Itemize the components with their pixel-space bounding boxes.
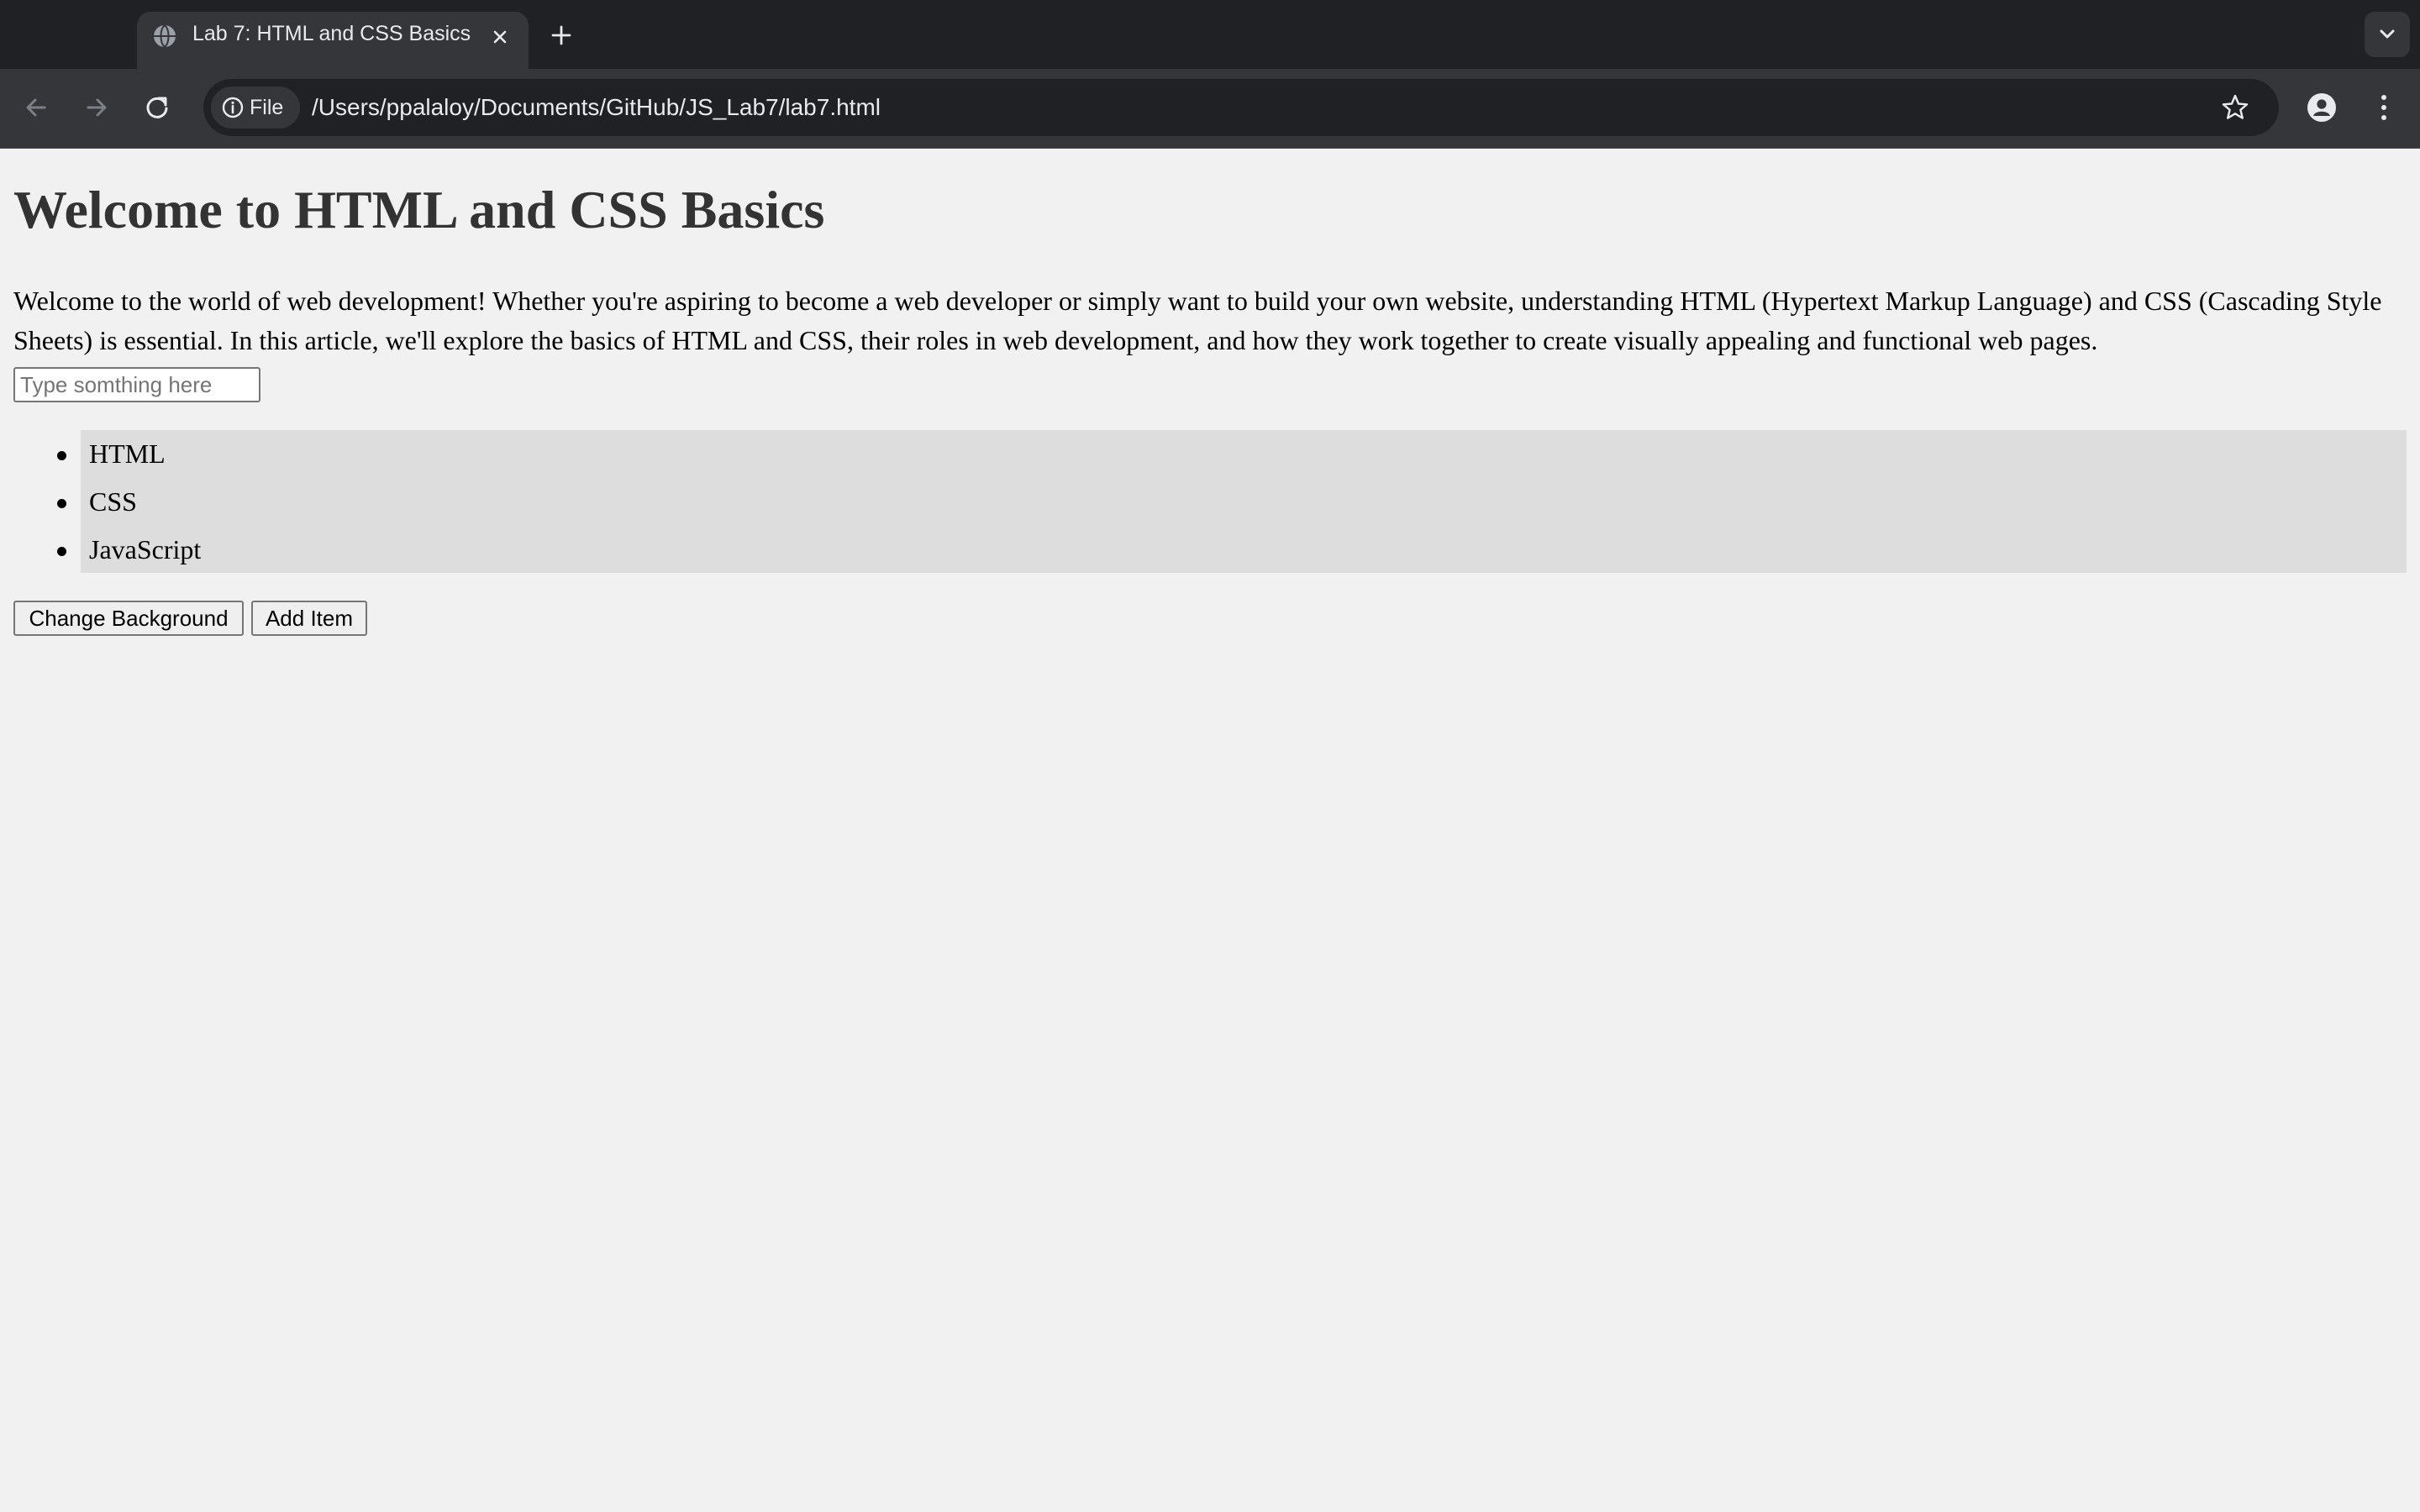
list-item-label: CSS [89,486,137,517]
page-title: Welcome to HTML and CSS Basics [13,180,825,239]
list-item: JavaScript [57,526,2407,574]
list-item-label: JavaScript [89,534,202,564]
bullet-icon [57,547,66,556]
tab-strip: Lab 7: HTML and CSS Basics [0,0,2420,69]
close-icon[interactable] [487,24,513,50]
address-bar[interactable]: File /Users/ppalaloy/Documents/GitHub/JS… [203,79,2279,136]
arrow-right-icon[interactable] [77,88,116,127]
site-info-chip[interactable]: File [211,87,300,129]
globe-icon [154,24,176,48]
list-item-label: HTML [89,438,166,469]
browser-tab[interactable]: Lab 7: HTML and CSS Basics [137,12,529,69]
bullet-icon [57,451,66,460]
add-item-button[interactable]: Add Item [251,601,367,636]
tech-list: HTML CSS JavaScript [57,430,2407,574]
page-content: Welcome to HTML and CSS Basics Welcome t… [0,149,2420,1512]
browser-toolbar: File /Users/ppalaloy/Documents/GitHub/JS… [0,69,2420,149]
profile-icon[interactable] [2302,88,2341,127]
plus-icon[interactable] [544,18,578,52]
list-item: CSS [57,478,2407,526]
reload-icon[interactable] [138,88,176,127]
text-input[interactable] [13,367,260,402]
arrow-left-icon[interactable] [17,88,55,127]
bullet-icon [57,499,66,508]
star-icon[interactable] [2220,92,2250,123]
tab-search-button[interactable] [2365,12,2410,57]
more-vertical-icon[interactable] [2365,88,2403,127]
site-chip-label: File [250,96,284,119]
intro-paragraph: Welcome to the world of web development!… [13,286,2382,355]
info-icon [222,97,244,118]
chevron-down-icon [2380,29,2395,39]
list-item: HTML [57,430,2407,478]
url-text[interactable]: /Users/ppalaloy/Documents/GitHub/JS_Lab7… [312,94,881,121]
change-background-button[interactable]: Change Background [13,601,244,636]
browser-chrome: Lab 7: HTML and CSS Basics File /Users/p… [0,0,2420,149]
tab-title: Lab 7: HTML and CSS Basics [192,22,471,45]
